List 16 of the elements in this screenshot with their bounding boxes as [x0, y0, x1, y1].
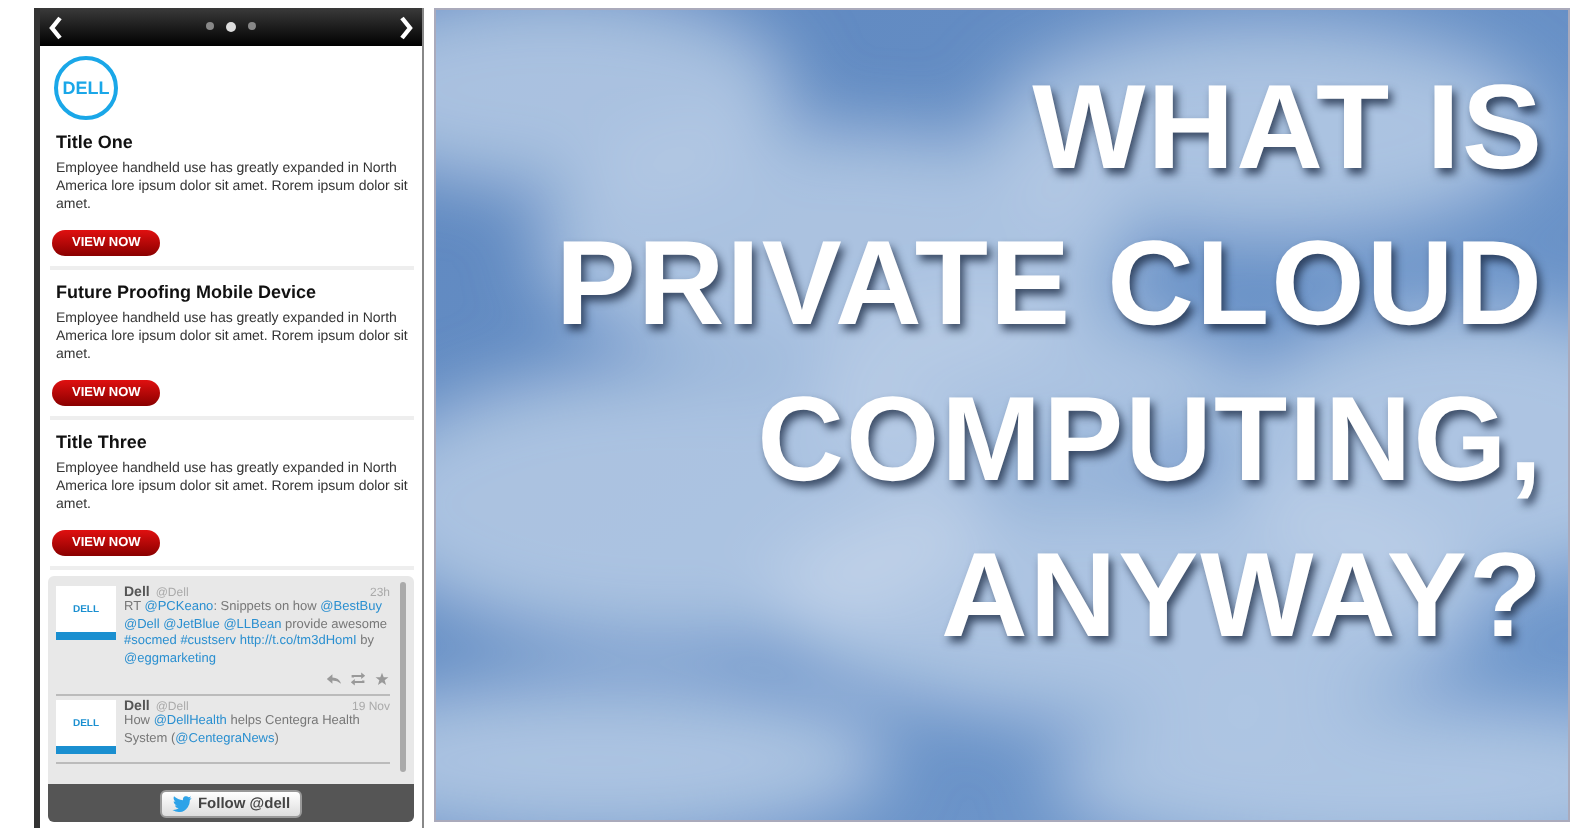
article-title: Title Three [56, 432, 149, 452]
bird-icon [171, 795, 192, 811]
carousel-dot[interactable] [206, 22, 214, 30]
carousel-dot[interactable] [226, 22, 236, 32]
article-title: Future Proofing Mobile Device [56, 282, 319, 302]
carousel-dot[interactable] [248, 22, 256, 30]
scrollbar[interactable] [400, 582, 406, 772]
next-icon[interactable] [398, 15, 414, 39]
star-icon[interactable] [374, 672, 390, 686]
headline-text: ANYWAY? [939, 526, 1544, 666]
headline-text: WHAT IS [1030, 58, 1544, 198]
headline-text: PRIVATE CLOUD [555, 214, 1544, 354]
logo: DELL [54, 56, 118, 120]
article-title: Title One [56, 132, 135, 152]
headline-text: COMPUTING, [755, 370, 1544, 510]
previous-icon[interactable] [48, 15, 64, 39]
